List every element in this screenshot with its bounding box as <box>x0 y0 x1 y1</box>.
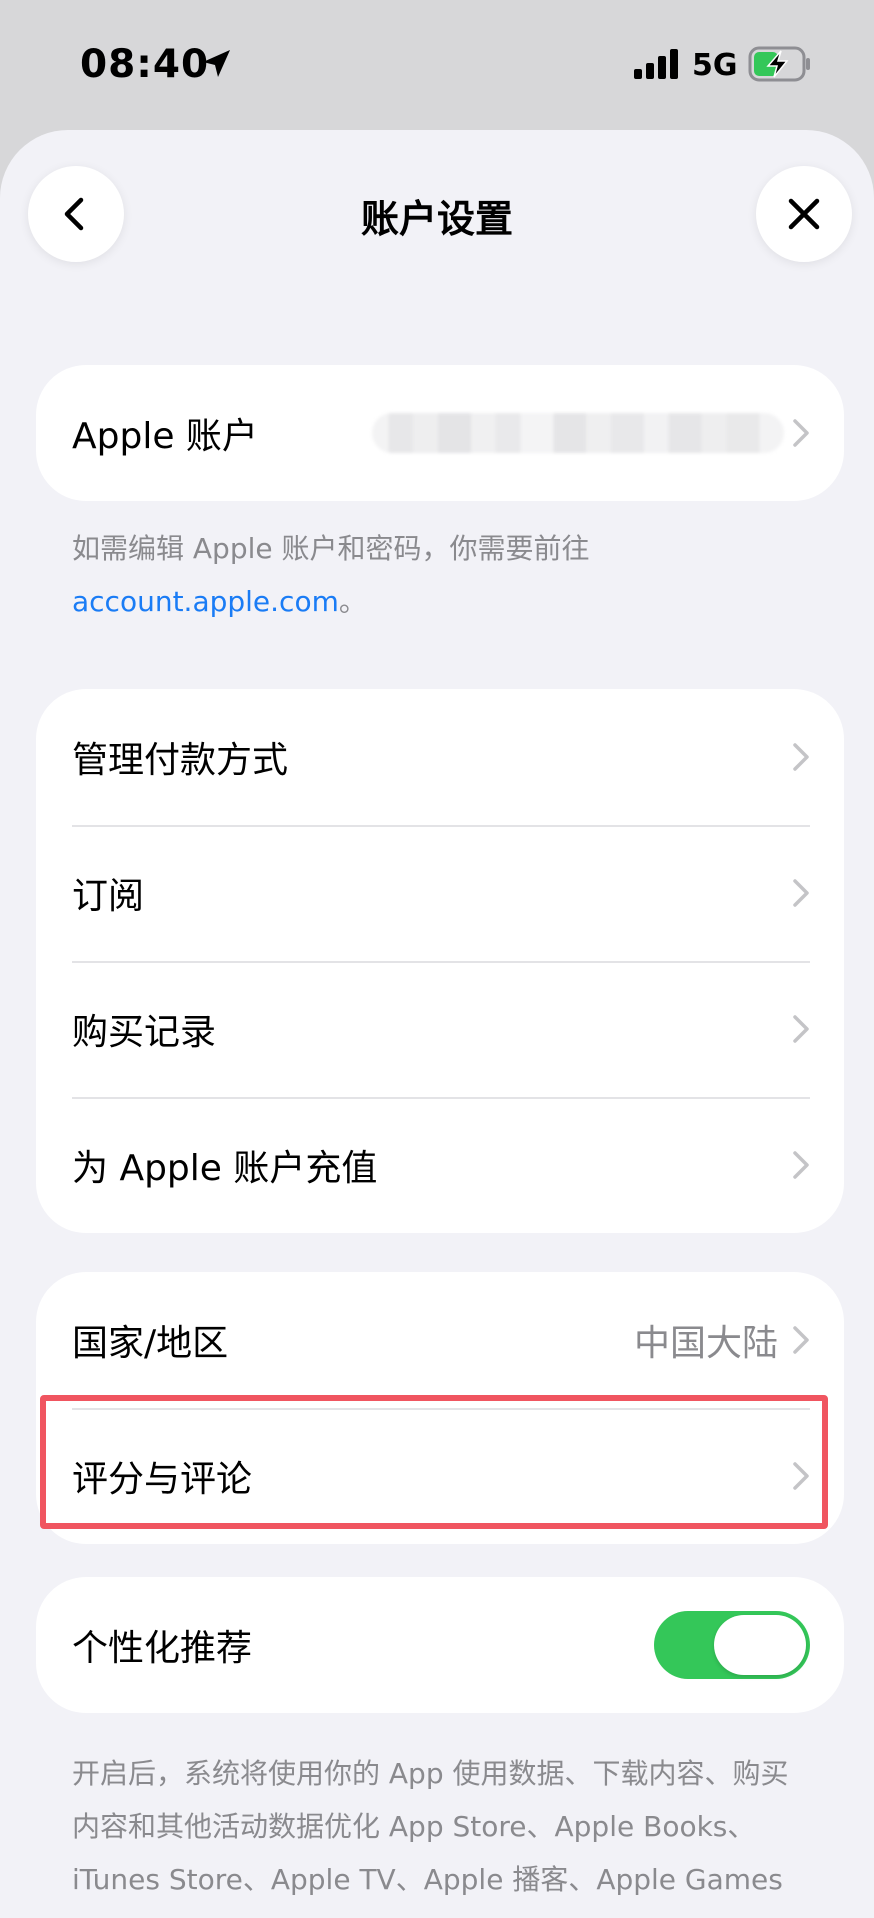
chevron-right-icon <box>793 1462 809 1490</box>
purchase-settings-card: 管理付款方式 订阅 购买记录 为 Apple 账户充值 <box>36 689 844 1233</box>
personalized-recommendations-toggle[interactable] <box>654 1611 810 1679</box>
manage-payment-label: 管理付款方式 <box>72 740 289 781</box>
manage-payment-row[interactable]: 管理付款方式 <box>36 689 844 825</box>
chevron-right-icon <box>793 419 809 447</box>
personalized-recommendations-row: 个性化推荐 <box>36 1577 844 1713</box>
personalized-recommendations-label: 个性化推荐 <box>72 1628 253 1669</box>
account-footnote-text: 如需编辑 Apple 账户和密码，你需要前往 <box>72 532 590 565</box>
add-funds-label: 为 Apple 账户充值 <box>72 1148 378 1189</box>
battery-charging-icon <box>748 46 810 82</box>
chevron-right-icon <box>793 1015 809 1043</box>
apple-account-card: Apple 账户 <box>36 365 844 501</box>
apple-account-label: Apple 账户 <box>72 416 258 457</box>
subscriptions-row[interactable]: 订阅 <box>36 825 844 961</box>
country-region-row[interactable]: 国家/地区 中国大陆 <box>36 1272 844 1408</box>
chevron-right-icon <box>793 879 809 907</box>
purchase-history-row[interactable]: 购买记录 <box>36 961 844 1097</box>
network-type-label: 5G <box>692 48 738 83</box>
account-apple-com-link[interactable]: account.apple.com <box>72 585 339 618</box>
personalized-recommendations-footnote: 开启后，系统将使用你的 App 使用数据、下载内容、购买内容和其他活动数据优化 … <box>72 1757 789 1918</box>
subscriptions-label: 订阅 <box>72 876 145 917</box>
purchase-history-label: 购买记录 <box>72 1012 217 1053</box>
add-funds-row[interactable]: 为 Apple 账户充值 <box>36 1097 844 1233</box>
apple-account-row[interactable]: Apple 账户 <box>36 365 844 501</box>
location-arrow-icon <box>203 50 230 77</box>
toggle-knob <box>714 1615 806 1675</box>
account-settings-sheet: 账户设置 Apple 账户 如需编辑 Apple 账户和密码，你需要前往 acc… <box>0 130 874 1918</box>
ratings-reviews-label: 评分与评论 <box>72 1459 253 1500</box>
chevron-right-icon <box>793 1151 809 1179</box>
account-footnote: 如需编辑 Apple 账户和密码，你需要前往 account.apple.com… <box>72 522 812 628</box>
close-button[interactable] <box>756 166 852 262</box>
account-footnote-end: 。 <box>338 585 367 618</box>
country-region-value: 中国大陆 <box>633 1323 778 1364</box>
chevron-right-icon <box>793 743 809 771</box>
status-time: 08:40 <box>80 42 210 87</box>
region-ratings-card: 国家/地区 中国大陆 评分与评论 <box>36 1272 844 1544</box>
signal-icon <box>634 49 678 79</box>
close-icon <box>788 198 820 230</box>
ratings-reviews-row[interactable]: 评分与评论 <box>36 1408 844 1544</box>
redacted-account-email <box>372 413 784 453</box>
country-region-label: 国家/地区 <box>72 1323 229 1364</box>
chevron-right-icon <box>793 1326 809 1354</box>
personalized-recommendations-card: 个性化推荐 <box>36 1577 844 1713</box>
status-bar: 08:40 5G <box>0 0 874 130</box>
page-title: 账户设置 <box>360 197 513 241</box>
